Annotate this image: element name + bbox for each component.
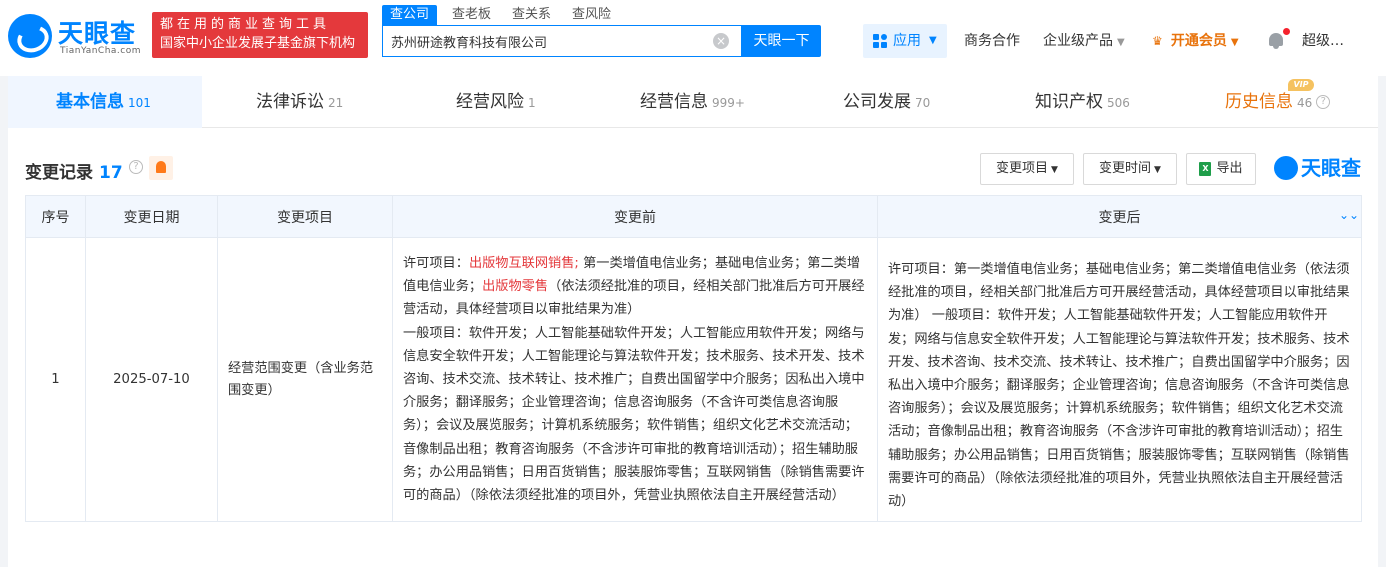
main-tabs: 基本信息 101 法律诉讼 21 经营风险 1 经营信息 999+ 公司发展 70 知识产…: [8, 76, 1378, 128]
cell-before: 许可项目：出版物互联网销售; 第一类增值电信业务；基础电信业务；第二类增值电信业…: [392, 236, 878, 523]
tab-count: 1: [528, 96, 536, 110]
user-menu[interactable]: 超级…: [1302, 31, 1344, 51]
before-part: 一般项目：软件开发；人工智能基础软件开发；人工智能应用软件开发；网络与信息安全软…: [403, 325, 865, 504]
nav-vip-label: 开通会员: [1170, 33, 1227, 49]
tab-label: 知识产权: [1035, 92, 1103, 112]
cell-item: 经营范围变更（含业务范围变更）: [217, 236, 393, 523]
tab-legal[interactable]: 法律诉讼 21: [256, 76, 343, 128]
apps-grid-icon: [873, 34, 887, 48]
header-date: 变更日期: [85, 195, 218, 238]
header-after-label: 变更后: [1098, 209, 1141, 226]
tab-count: 506: [1107, 96, 1130, 110]
header-item: 变更项目: [217, 195, 393, 238]
tab-ip[interactable]: 知识产权 506: [1035, 76, 1130, 128]
header-index: 序号: [25, 195, 86, 238]
section-title: 变更记录 17: [25, 158, 123, 183]
caret-down-icon: ▼: [929, 35, 937, 46]
section-count: 17: [99, 163, 123, 183]
nav-business-link[interactable]: 商务合作: [964, 31, 1020, 51]
eye-logo-icon: [1274, 156, 1298, 180]
nav-enterprise-label: 企业级产品: [1043, 33, 1113, 49]
tab-history[interactable]: 历史信息 46?: [1225, 76, 1331, 128]
help-icon[interactable]: ?: [1316, 95, 1331, 109]
tab-business-risk[interactable]: 经营风险 1: [456, 76, 536, 128]
filter-time-label: 变更时间: [1099, 161, 1152, 176]
site-logo[interactable]: 天眼查 TianYanCha.com: [8, 12, 148, 62]
bell-subscribe-icon[interactable]: [149, 156, 173, 180]
promo-line-2: 国家中小企业发展子基金旗下机构: [160, 36, 356, 51]
caret-down-icon: ▼: [1051, 165, 1058, 175]
tab-basic-info[interactable]: 基本信息 101: [56, 76, 151, 128]
cell-date: 2025-07-10: [85, 236, 218, 523]
change-records-panel: 变更记录 17 ? 变更项目 ▼ 变更时间 ▼ X 导出 天眼查 序号 变更日期 变更项…: [8, 128, 1378, 567]
promo-line-1: 都在用的商业查询工具: [160, 17, 331, 32]
notification-dot: [1283, 28, 1290, 35]
tab-label: 基本信息: [56, 92, 124, 112]
search-tab-company[interactable]: 查公司: [382, 5, 438, 25]
tab-count: 46: [1297, 96, 1313, 110]
logo-subtitle: TianYanCha.com: [60, 46, 142, 56]
cell-after: 许可项目：第一类增值电信业务；基础电信业务；第二类增值电信业务（依法须经批准的项…: [877, 236, 1362, 523]
tab-label: 公司发展: [843, 92, 911, 112]
clear-icon[interactable]: ×: [713, 33, 729, 49]
crown-icon: ♛: [1152, 34, 1163, 48]
top-header: 天眼查 TianYanCha.com 都在用的商业查询工具 国家中小企业发展子基…: [0, 0, 1386, 76]
before-highlight: 出版物互联网销售;: [468, 256, 579, 271]
table-row: 1 2025-07-10 经营范围变更（含业务范围变更） 许可项目：出版物互联网…: [25, 236, 1362, 523]
tab-count: 21: [328, 96, 344, 110]
filter-change-time-dropdown[interactable]: 变更时间 ▼: [1083, 153, 1177, 185]
tab-count: 101: [128, 96, 151, 110]
apps-label: 应用: [893, 33, 921, 49]
cell-index: 1: [25, 236, 86, 523]
tab-business-info[interactable]: 经营信息 999+: [640, 76, 745, 128]
nav-vip-link[interactable]: ♛ 开通会员 ▼: [1152, 31, 1239, 53]
change-records-table: 序号 变更日期 变更项目 变更前 变更后 ⌄⌄ 1 2025-07-10 经营范围…: [25, 195, 1362, 523]
search-button[interactable]: 天眼一下: [742, 25, 821, 57]
logo-text: 天眼查: [58, 19, 137, 48]
export-button[interactable]: X 导出: [1186, 153, 1256, 185]
filter-item-label: 变更项目: [996, 161, 1049, 176]
help-icon[interactable]: ?: [129, 160, 143, 174]
before-part: 许可项目：: [403, 256, 469, 271]
eye-logo-icon: [8, 14, 52, 58]
section-title-label: 变更记录: [25, 163, 93, 183]
caret-down-icon: ▼: [1154, 165, 1161, 175]
export-label: 导出: [1216, 161, 1243, 176]
bell-icon[interactable]: [1268, 28, 1290, 51]
search-tab-boss[interactable]: 查老板: [452, 5, 491, 25]
caret-down-icon: ▼: [1117, 37, 1125, 48]
header-before: 变更前: [392, 195, 878, 238]
search-tab-risk[interactable]: 查风险: [572, 5, 611, 25]
excel-icon: X: [1199, 161, 1212, 176]
before-highlight: 出版物零售: [482, 279, 549, 295]
tab-label: 经营风险: [456, 92, 524, 112]
vip-badge: VIP: [1288, 79, 1314, 91]
expand-chevron-icon[interactable]: ⌄⌄: [1339, 208, 1359, 222]
filter-change-item-dropdown[interactable]: 变更项目 ▼: [980, 153, 1074, 185]
brand-watermark-text: 天眼查: [1301, 156, 1361, 180]
tab-label: 经营信息: [640, 92, 708, 112]
tab-count: 70: [915, 96, 931, 110]
tab-count: 999+: [712, 96, 745, 110]
nav-enterprise-link[interactable]: 企业级产品 ▼: [1043, 31, 1125, 53]
caret-down-icon: ▼: [1230, 37, 1239, 48]
apps-menu-button[interactable]: 应用 ▼: [863, 24, 947, 58]
search-box: ×: [382, 25, 742, 57]
header-after: 变更后 ⌄⌄: [877, 195, 1362, 238]
search-tab-relation[interactable]: 查关系: [512, 5, 551, 25]
tab-label: 历史信息: [1225, 92, 1293, 112]
tab-development[interactable]: 公司发展 70: [843, 76, 930, 128]
promo-banner[interactable]: 都在用的商业查询工具 国家中小企业发展子基金旗下机构: [152, 12, 368, 58]
tab-label: 法律诉讼: [256, 92, 324, 112]
search-input[interactable]: [391, 26, 701, 56]
